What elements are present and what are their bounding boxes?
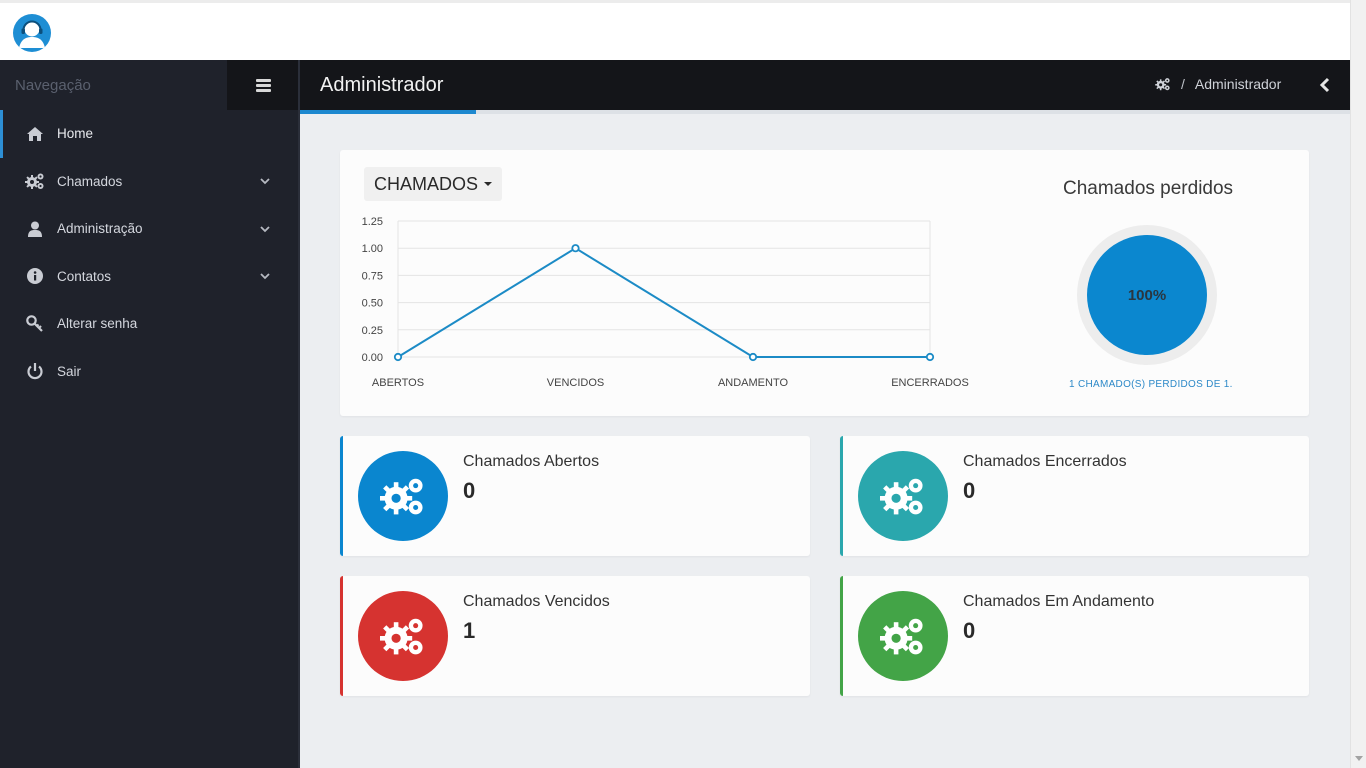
y-tick-label: 1.25 [362,216,383,228]
donut-caption: 1 CHAMADO(S) PERDIDOS DE 1. [1069,379,1233,390]
sidebar-item-chamados[interactable]: Chamados [0,158,298,206]
sidebar-border [298,60,300,768]
sidebar-item-sair[interactable]: Sair [0,348,298,396]
card-icon-circle [858,451,948,541]
card-accent-bar [840,436,843,556]
chevron-down-icon [260,273,270,280]
card-icon-circle [358,451,448,541]
y-tick-label: 0.50 [362,298,383,310]
nav-list: Home Chamados Administração Contatos Alt… [0,110,298,395]
x-tick-label: ANDAMENTO [718,377,789,389]
y-tick-label: 1.00 [362,243,383,255]
card-chamados-abertos[interactable]: Chamados Abertos 0 [340,436,810,556]
menu-toggle-button[interactable] [227,60,300,110]
card-accent-bar [340,436,343,556]
home-icon [25,124,45,144]
chevron-left-icon[interactable] [1318,77,1332,93]
data-point[interactable] [748,352,758,362]
card-value: 1 [463,618,476,643]
chart-panel: 0.00 0.25 0.50 0.75 1.00 1.25 ABERTOS VENCIDOS A… [340,150,1309,416]
card-label: Chamados Em Andamento [963,593,1155,610]
sidebar-item-alterar-senha[interactable]: Alterar senha [0,300,298,348]
donut-percent: 100% [1127,286,1167,304]
x-tick-label: VENCIDOS [547,377,604,389]
sidebar-item-contatos[interactable]: Contatos [0,253,298,301]
dropdown-label: CHAMADOS [374,173,479,194]
hamburger-icon [256,79,271,92]
caret-down-icon [484,182,493,186]
card-chamados-em-andamento[interactable]: Chamados Em Andamento 0 [840,576,1309,696]
card-label: Chamados Vencidos [463,593,610,610]
card-chamados-encerrados[interactable]: Chamados Encerrados 0 [840,436,1309,556]
page-scrollbar[interactable] [1350,0,1366,768]
data-point[interactable] [393,352,403,362]
sidebar-item-label: Chamados [57,173,123,189]
info-icon [25,266,45,286]
data-point[interactable] [925,352,935,362]
gears-icon [880,478,923,515]
y-tick-label: 0.00 [362,352,383,364]
card-label: Chamados Encerrados [963,453,1127,470]
user-icon [25,219,45,239]
card-value: 0 [963,478,976,503]
power-icon [25,361,45,381]
logo-icon[interactable] [13,14,51,52]
breadcrumb-separator: / [1181,76,1185,92]
card-accent-bar [340,576,343,696]
sidebar-item-label: Home [57,126,94,142]
sidebar: Navegação Home Chamados Administração Co… [0,60,300,768]
card-icon-circle [358,591,448,681]
donut-title: Chamados perdidos [1063,178,1234,199]
gears-icon [380,618,423,655]
scroll-down-arrow[interactable] [1355,756,1363,761]
donut-fill: 100% [1087,235,1207,355]
key-icon [25,314,45,334]
chevron-down-icon [260,178,270,185]
gears-icon[interactable] [1155,77,1171,91]
card-icon-circle [858,591,948,681]
title-bar-underline [476,110,1350,114]
sidebar-item-administracao[interactable]: Administração [0,205,298,253]
card-value: 0 [463,478,476,503]
card-accent-bar [840,576,843,696]
title-bar-accent [300,110,476,114]
card-label: Chamados Abertos [463,453,600,470]
page-title: Administrador [320,74,444,96]
gears-icon [880,618,923,655]
donut-chart: 100% [1077,225,1217,365]
chevron-down-icon [260,226,270,233]
chamados-dropdown-button[interactable]: CHAMADOS [364,167,503,201]
y-tick-label: 0.75 [362,270,383,282]
card-value: 0 [963,618,976,643]
breadcrumb: / Administrador [1155,76,1281,92]
sidebar-item-label: Contatos [57,268,112,284]
data-point[interactable] [571,244,580,253]
top-header [0,0,1350,60]
x-tick-label: ENCERRADOS [891,377,969,389]
card-chamados-vencidos[interactable]: Chamados Vencidos 1 [340,576,810,696]
sidebar-item-home[interactable]: Home [0,110,298,158]
title-bar: Administrador / Administrador [300,60,1350,110]
breadcrumb-current: Administrador [1194,76,1282,92]
x-tick-label: ABERTOS [372,377,424,389]
nav-title: Navegação [15,77,91,94]
gears-icon [25,171,45,191]
sidebar-item-label: Alterar senha [57,316,138,332]
sidebar-header: Navegação [0,60,300,110]
sidebar-item-label: Sair [57,363,82,379]
sidebar-item-label: Administração [57,221,143,237]
gears-icon [380,478,423,515]
y-tick-label: 0.25 [362,325,383,337]
